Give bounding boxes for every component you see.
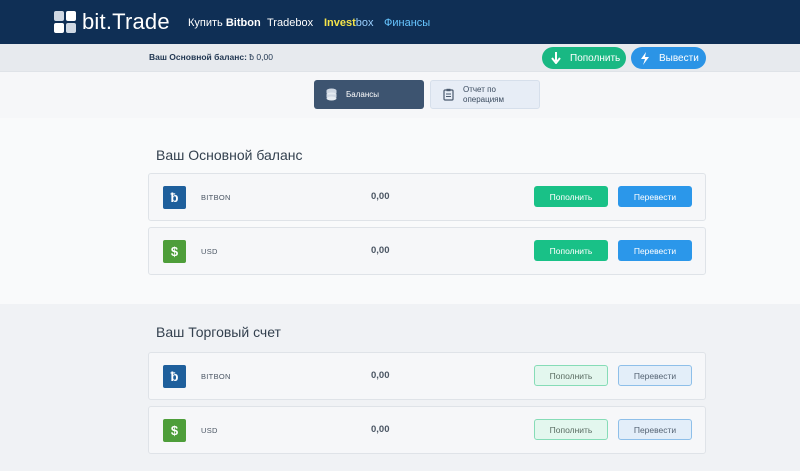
nav-invest-part2: box	[355, 17, 374, 29]
nav-finance[interactable]: Финансы	[384, 17, 430, 29]
nav-buy-bitbon[interactable]: Купить Bitbon	[188, 17, 261, 29]
main-balance-section: Ваш Основной баланс ƀ BITBON 0,00 Пополн…	[0, 118, 800, 304]
bitbon-icon: ƀ	[163, 365, 186, 388]
deposit-bitbon-button[interactable]: Пополнить	[534, 186, 608, 207]
currency-name: USD	[201, 426, 218, 435]
clipboard-icon	[441, 88, 455, 102]
transfer-bitbon-button[interactable]: Перевести	[618, 186, 692, 207]
main-row-bitbon: ƀ BITBON 0,00 Пополнить Перевести	[148, 173, 706, 221]
tab-operations-report[interactable]: Отчет по операциям	[430, 80, 540, 109]
main-balance-label: Ваш Основной баланс:	[149, 52, 247, 62]
nav-buy-bold: Bitbon	[225, 17, 261, 29]
arrow-down-icon	[547, 49, 565, 67]
deposit-button[interactable]: Пополнить	[542, 47, 626, 69]
deposit-usd-button[interactable]: Пополнить	[534, 240, 608, 261]
currency-amount: 0,00	[371, 424, 390, 435]
deposit-button-label: Пополнить	[570, 52, 621, 64]
trade-transfer-usd-button[interactable]: Перевести	[618, 419, 692, 440]
nav-investbox[interactable]: Investbox	[324, 17, 374, 29]
logo-icon	[54, 11, 76, 33]
trade-deposit-usd-button[interactable]: Пополнить	[534, 419, 608, 440]
trade-deposit-bitbon-button[interactable]: Пополнить	[534, 365, 608, 386]
lightning-icon	[636, 49, 654, 67]
currency-name: BITBON	[201, 372, 231, 381]
tabs-bar: Балансы Отчет по операциям	[0, 72, 800, 118]
nav-buy-prefix: Купить	[188, 17, 226, 29]
trade-row-usd: $ USD 0,00 Пополнить Перевести	[148, 406, 706, 454]
main-balance-value: ƀ 0,00	[249, 52, 273, 62]
tab-report-label-line2: операциям	[463, 94, 505, 104]
main-balance-summary: Ваш Основной баланс: ƀ 0,00	[149, 52, 273, 62]
currency-amount: 0,00	[371, 245, 390, 256]
logo-text: bit.Trade	[82, 9, 170, 34]
currency-name: USD	[201, 247, 218, 256]
trade-row-bitbon: ƀ BITBON 0,00 Пополнить Перевести	[148, 352, 706, 400]
top-navbar: bit.Trade Купить Bitbon Tradebox Investb…	[0, 0, 800, 44]
trading-account-section: Ваш Торговый счет ƀ BITBON 0,00 Пополнит…	[0, 304, 800, 471]
dollar-icon: $	[163, 419, 186, 442]
main-row-usd: $ USD 0,00 Пополнить Перевести	[148, 227, 706, 275]
currency-amount: 0,00	[371, 191, 390, 202]
dollar-icon: $	[163, 240, 186, 263]
currency-name: BITBON	[201, 193, 231, 202]
withdraw-button[interactable]: Вывести	[631, 47, 706, 69]
transfer-usd-button[interactable]: Перевести	[618, 240, 692, 261]
trading-account-title: Ваш Торговый счет	[156, 324, 281, 340]
trade-transfer-bitbon-button[interactable]: Перевести	[618, 365, 692, 386]
tab-balances-label: Балансы	[346, 90, 379, 99]
tab-report-label-line1: Отчет по	[463, 84, 496, 94]
bitbon-icon: ƀ	[163, 186, 186, 209]
nav-invest-part1: Invest	[324, 17, 356, 29]
withdraw-button-label: Вывести	[659, 52, 699, 64]
currency-amount: 0,00	[371, 370, 390, 381]
main-balance-title: Ваш Основной баланс	[156, 147, 303, 163]
coins-stack-icon	[324, 88, 338, 102]
tab-report-label: Отчет по операциям	[463, 85, 504, 105]
nav-tradebox[interactable]: Tradebox	[267, 17, 313, 29]
logo[interactable]: bit.Trade	[54, 8, 170, 36]
tab-balances[interactable]: Балансы	[314, 80, 424, 109]
balance-strip: Ваш Основной баланс: ƀ 0,00 Пополнить Вы…	[0, 44, 800, 72]
